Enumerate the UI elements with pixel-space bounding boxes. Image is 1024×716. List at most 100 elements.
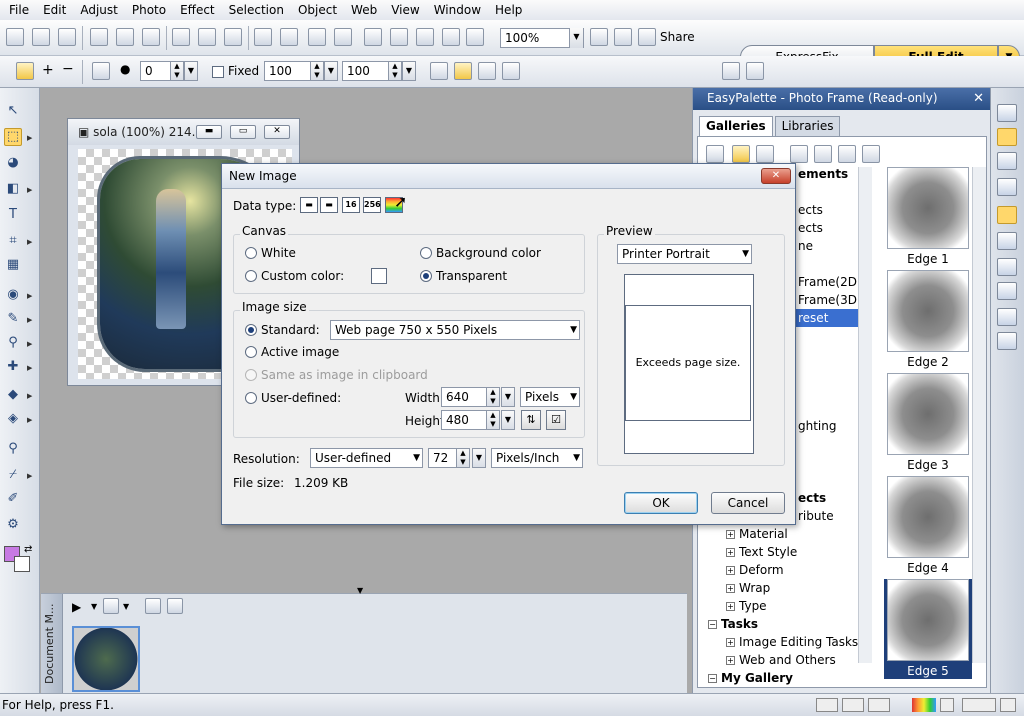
red-eye-tool-icon[interactable]: ◉ [4, 286, 22, 304]
gallery-item[interactable]: Edge 3 [884, 373, 972, 473]
play-dropdown-icon[interactable]: ▼ [91, 602, 97, 611]
width-dropdown[interactable]: ▼ [501, 387, 515, 407]
maximize-button[interactable]: ▭ [230, 125, 256, 139]
panel-gallery-icon[interactable] [814, 145, 832, 163]
share-icon[interactable] [638, 28, 656, 46]
panel-hand-icon[interactable] [756, 145, 774, 163]
red-eye-tool-arrow[interactable]: ▶ [27, 292, 32, 300]
panel-tree-icon[interactable] [732, 145, 750, 163]
panel-home-icon[interactable] [706, 145, 724, 163]
menu-item-object[interactable]: Object [291, 3, 344, 17]
strip-icon-8[interactable] [997, 282, 1017, 300]
resolution-dropdown[interactable]: ▼ [472, 448, 486, 468]
paint-tool-icon[interactable]: ✎ [4, 310, 22, 328]
width-spinner[interactable]: ▲ ▼ [310, 61, 324, 81]
transform-tool-icon[interactable]: ▦ [4, 256, 22, 274]
tree-item[interactable]: + Image Editing Tasks [702, 633, 862, 651]
home-icon[interactable] [722, 62, 740, 80]
selection-tool-arrow[interactable]: ▶ [27, 134, 32, 142]
panel-close-icon[interactable]: ✕ [973, 91, 984, 106]
menu-item-view[interactable]: View [384, 3, 426, 17]
expand-icon[interactable]: + [726, 638, 735, 647]
strip-icon-palette[interactable] [997, 128, 1017, 146]
crop-icon[interactable] [502, 62, 520, 80]
eraser-tool-arrow[interactable]: ▶ [27, 392, 32, 400]
lock-aspect-icon[interactable]: ☑ [546, 410, 566, 430]
standard-size-select[interactable]: Web page 750 x 550 Pixels ▼ [330, 320, 580, 340]
cancel-button[interactable]: Cancel [711, 492, 785, 514]
menu-item-adjust[interactable]: Adjust [73, 3, 125, 17]
height-spinner[interactable]: ▲ ▼ [388, 61, 402, 81]
paint-tool-arrow[interactable]: ▶ [27, 316, 32, 324]
clone-tool-arrow[interactable]: ▶ [27, 340, 32, 348]
expand-icon[interactable]: + [726, 566, 735, 575]
feather-spinner[interactable]: ▲ ▼ [170, 61, 184, 81]
resize-icon[interactable] [334, 28, 352, 46]
tree-scrollbar[interactable] [858, 167, 872, 663]
tree-item[interactable]: + Text Style [702, 543, 862, 561]
eraser-tool-icon[interactable]: ◆ [4, 386, 22, 404]
crop-select-icon[interactable] [478, 62, 496, 80]
menu-item-selection[interactable]: Selection [222, 3, 291, 17]
background-color-radio[interactable] [420, 247, 432, 259]
zoom-dropdown-arrow[interactable]: ▼ [569, 28, 583, 48]
height-input[interactable]: 100 [342, 61, 394, 81]
magic-select-icon[interactable] [454, 62, 472, 80]
document-manager-tab[interactable]: Document M... [41, 594, 63, 694]
height-spinner[interactable]: ▲ ▼ [486, 410, 500, 430]
transparent-radio[interactable] [420, 270, 432, 282]
white-radio[interactable] [245, 247, 257, 259]
height-dropdown-arrow[interactable]: ▼ [402, 61, 416, 81]
panel-frame-icon[interactable] [790, 145, 808, 163]
crop-tool-arrow[interactable]: ▶ [27, 238, 32, 246]
expand-icon[interactable]: + [726, 602, 735, 611]
tab-galleries[interactable]: Galleries [699, 116, 773, 136]
tree-item[interactable]: + Wrap [702, 579, 862, 597]
collapse-icon[interactable]: − [708, 620, 717, 629]
shape-tool-icon[interactable]: ◕ [4, 154, 22, 172]
color-picker-icon[interactable] [466, 28, 484, 46]
save-icon[interactable] [58, 28, 76, 46]
print-icon[interactable] [90, 28, 108, 46]
background-color-swatch[interactable] [14, 556, 30, 572]
strip-icon-1[interactable] [997, 104, 1017, 122]
active-image-radio[interactable] [245, 346, 257, 358]
rotate-icon[interactable] [364, 28, 382, 46]
clone-tool-icon[interactable]: ⚲ [4, 334, 22, 352]
menu-item-effect[interactable]: Effect [173, 3, 222, 17]
tree-item[interactable]: + Type [702, 597, 862, 615]
apply-icon[interactable] [746, 62, 764, 80]
tree-item[interactable]: + Material [702, 525, 862, 543]
zoom-in-icon[interactable] [614, 28, 632, 46]
fill-tool-icon[interactable]: ◧ [4, 180, 22, 198]
custom-color-swatch[interactable] [371, 268, 387, 284]
view-dropdown-icon[interactable]: ▼ [123, 602, 129, 611]
hand-tool-icon[interactable]: ⚙ [4, 516, 22, 534]
width-input[interactable]: 640 [441, 387, 487, 407]
document-thumbnail[interactable] [72, 626, 140, 692]
zoom-out-icon[interactable] [590, 28, 608, 46]
share-button[interactable]: Share [660, 30, 695, 44]
strip-icon-9[interactable] [997, 308, 1017, 326]
close-document-button[interactable]: ✕ [264, 125, 290, 139]
gallery-icon[interactable] [167, 598, 183, 614]
height-input[interactable]: 480 [441, 410, 487, 430]
gallery-item[interactable]: Edge 1 [884, 167, 972, 267]
data-type-256-button[interactable]: 256 [363, 197, 381, 213]
resolution-spinner[interactable]: ▲ ▼ [456, 448, 470, 468]
tree-item[interactable]: − My Gallery [702, 669, 862, 687]
scan-icon[interactable] [116, 28, 134, 46]
pick-tool-icon[interactable]: ↖ [4, 102, 22, 120]
pen-tool-icon[interactable]: ✐ [4, 490, 22, 508]
selection-tool-icon[interactable]: ⬚ [4, 128, 22, 146]
strip-icon-7[interactable] [997, 258, 1017, 276]
paste-icon[interactable] [224, 28, 242, 46]
swap-dimensions-icon[interactable]: ⇅ [521, 410, 541, 430]
fixed-checkbox[interactable] [212, 66, 224, 78]
menu-item-photo[interactable]: Photo [125, 3, 173, 17]
eyedropper-tool-arrow[interactable]: ▶ [27, 472, 32, 480]
retouch-tool-arrow[interactable]: ▶ [27, 364, 32, 372]
tree-item[interactable]: + Web and Others [702, 651, 862, 669]
strip-icon-layers[interactable] [997, 206, 1017, 224]
select-icon[interactable] [430, 62, 448, 80]
